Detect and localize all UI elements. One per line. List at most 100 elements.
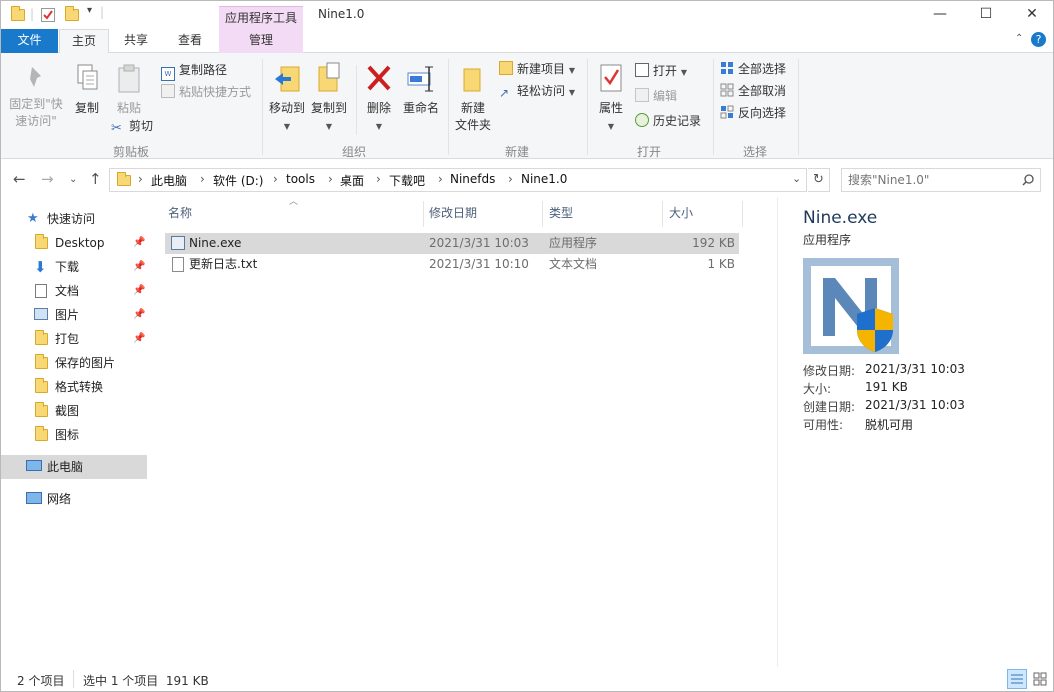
nav-item-screenshots[interactable]: 截图 [1, 399, 147, 423]
copy-path-icon: W [161, 67, 175, 81]
edit-button[interactable]: 编辑 [635, 86, 677, 106]
breadcrumb-chevron-icon[interactable]: › [508, 172, 513, 186]
nav-item-pictures[interactable]: 图片 📌 [1, 303, 147, 327]
properties-button[interactable]: 属性▼ [593, 63, 629, 135]
open-button[interactable]: 打开 ▼ [635, 61, 687, 81]
properties-check-icon[interactable] [41, 8, 55, 22]
breadcrumb-chevron-icon[interactable]: › [328, 172, 333, 186]
new-folder-label-1: 新建 [461, 101, 485, 115]
breadcrumb-item[interactable]: Ninefds [450, 172, 495, 186]
select-none-button[interactable]: 全部取消 [720, 81, 786, 101]
nav-item-desktop[interactable]: Desktop 📌 [1, 231, 147, 255]
large-icons-view-button[interactable] [1031, 670, 1049, 688]
tab-home[interactable]: 主页 [59, 29, 109, 54]
move-to-label: 移动到 [269, 101, 305, 115]
clipboard-group-label: 剪贴板 [101, 143, 161, 160]
column-divider[interactable] [542, 201, 543, 227]
breadcrumb-chevron-icon[interactable]: › [138, 172, 143, 186]
column-header-type[interactable]: 类型 [549, 204, 573, 221]
copy-path-button[interactable]: W复制路径 [161, 60, 227, 80]
group-divider [448, 59, 449, 155]
select-all-button[interactable]: 全部选择 [720, 59, 786, 79]
file-size: 192 KB [692, 233, 735, 254]
pin-quick-access-button[interactable]: 固定到"快 速访问" [7, 65, 65, 130]
folder-icon [35, 429, 48, 441]
paste-shortcut-button[interactable]: 粘贴快捷方式 [161, 82, 251, 102]
delete-button[interactable]: 删除▼ [363, 63, 395, 135]
folder-icon [11, 9, 25, 21]
breadcrumb-item[interactable]: 此电脑 [151, 172, 187, 189]
column-header-date[interactable]: 修改日期 [429, 204, 477, 221]
paste-button[interactable]: 粘贴 [111, 63, 147, 117]
pane-divider[interactable] [777, 197, 778, 667]
search-box[interactable] [841, 168, 1041, 192]
refresh-icon: ↻ [813, 172, 824, 187]
easy-access-button[interactable]: ↗轻松访问 ▼ [499, 81, 575, 101]
column-header-name[interactable]: 名称 [168, 204, 192, 221]
breadcrumb-chevron-icon[interactable]: › [200, 172, 205, 186]
file-date: 2021/3/31 10:03 [429, 233, 529, 254]
back-icon[interactable]: ← [13, 170, 26, 188]
recent-locations-icon[interactable]: ⌄ [69, 174, 77, 185]
breadcrumb-item[interactable]: 软件 (D:) [213, 172, 263, 189]
column-divider[interactable] [742, 201, 743, 227]
nav-item-documents[interactable]: 文档 📌 [1, 279, 147, 303]
file-date: 2021/3/31 10:10 [429, 254, 529, 275]
tab-manage[interactable]: 管理 [219, 29, 303, 53]
file-row[interactable]: 更新日志.txt 2021/3/31 10:10 文本文档 1 KB [165, 254, 739, 275]
refresh-button[interactable]: ↻ [808, 168, 830, 192]
new-item-button[interactable]: 新建项目 ▼ [499, 59, 575, 79]
breadcrumb-item[interactable]: tools [286, 172, 315, 186]
app-large-icon [803, 258, 899, 354]
copy-to-button[interactable]: 复制到▼ [309, 61, 349, 135]
collapse-ribbon-icon[interactable]: ⌃ [1015, 33, 1023, 44]
cut-button[interactable]: ✂剪切 [111, 116, 153, 136]
nav-item-downloads[interactable]: ⬇ 下载 📌 [1, 255, 147, 279]
new-folder-icon[interactable] [65, 9, 79, 21]
column-header-size[interactable]: 大小 [669, 204, 693, 221]
open-label: 打开 [653, 64, 677, 78]
rename-label: 重命名 [403, 101, 439, 115]
tab-share[interactable]: 共享 [113, 29, 159, 53]
nav-item-saved-pictures[interactable]: 保存的图片 [1, 351, 147, 375]
search-icon[interactable] [1022, 174, 1034, 186]
qat-customize-icon[interactable]: ▾ [87, 5, 92, 16]
address-bar[interactable]: › 此电脑 › 软件 (D:) › tools › 桌面 › 下载吧 › Nin… [109, 168, 807, 192]
new-folder-button[interactable]: 新建 文件夹 [453, 63, 493, 134]
up-icon[interactable]: ↑ [89, 170, 102, 188]
invert-selection-button[interactable]: 反向选择 [720, 103, 786, 123]
document-icon [35, 284, 47, 298]
folder-icon [35, 357, 48, 369]
forward-icon[interactable]: → [41, 170, 54, 188]
column-divider[interactable] [423, 201, 424, 227]
breadcrumb-chevron-icon[interactable]: › [438, 172, 443, 186]
column-divider[interactable] [662, 201, 663, 227]
breadcrumb-item[interactable]: 下载吧 [389, 172, 425, 189]
breadcrumb-chevron-icon[interactable]: › [273, 172, 278, 186]
nav-item-pack[interactable]: 打包 📌 [1, 327, 147, 351]
nav-this-pc[interactable]: 此电脑 [1, 455, 147, 479]
tab-view[interactable]: 查看 [165, 29, 215, 53]
breadcrumb-chevron-icon[interactable]: › [376, 172, 381, 186]
search-input[interactable] [848, 171, 1018, 189]
move-to-button[interactable]: 移动到▼ [267, 61, 307, 135]
tab-file[interactable]: 文件 [1, 29, 58, 53]
copy-icon [74, 63, 100, 95]
copy-button[interactable]: 复制 [69, 63, 105, 117]
file-row[interactable]: Nine.exe 2021/3/31 10:03 应用程序 192 KB [165, 233, 739, 254]
nav-quick-access[interactable]: ★ 快速访问 [1, 207, 147, 231]
close-button[interactable]: ✕ [1009, 1, 1054, 29]
nav-network[interactable]: 网络 [1, 487, 147, 511]
nav-item-format-convert[interactable]: 格式转换 [1, 375, 147, 399]
breadcrumb-item[interactable]: Nine1.0 [521, 172, 567, 186]
nav-item-icons[interactable]: 图标 [1, 423, 147, 447]
help-icon[interactable]: ? [1031, 32, 1046, 47]
address-dropdown-icon[interactable]: ⌄ [792, 172, 801, 185]
history-button[interactable]: 历史记录 [635, 111, 701, 131]
minimize-button[interactable]: — [917, 1, 963, 29]
breadcrumb-item[interactable]: 桌面 [340, 172, 364, 189]
group-divider [798, 59, 799, 155]
details-view-button[interactable] [1007, 669, 1027, 689]
maximize-button[interactable]: ☐ [963, 1, 1009, 29]
rename-button[interactable]: 重命名 [401, 63, 441, 117]
